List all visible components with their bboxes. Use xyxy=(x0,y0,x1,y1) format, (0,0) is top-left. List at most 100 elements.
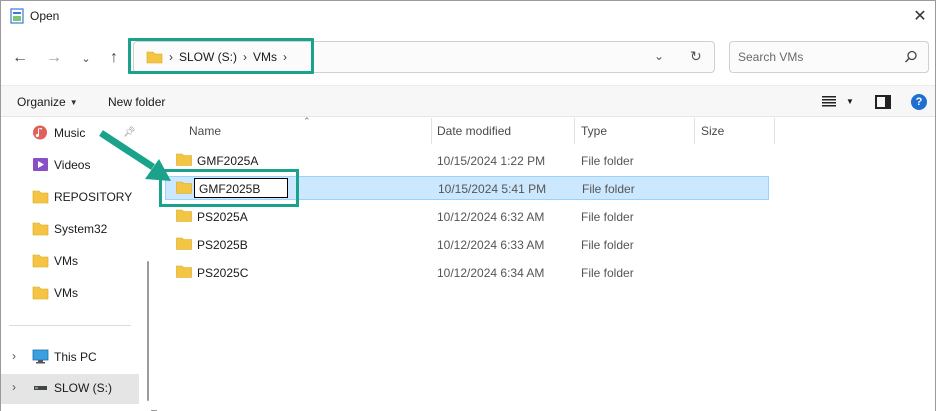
sidebar-item-vms[interactable]: VMs xyxy=(1,279,139,307)
folder-icon xyxy=(176,181,192,194)
sidebar-item-label: This PC xyxy=(54,350,97,364)
file-date: 10/15/2024 1:22 PM xyxy=(437,154,546,168)
organize-label: Organize xyxy=(17,95,66,109)
address-bar[interactable]: › SLOW (S:) › VMs › ⌄ ↻ xyxy=(133,41,715,73)
sidebar-item-label: VMs xyxy=(54,286,78,300)
file-type: File folder xyxy=(581,266,634,280)
folder-icon xyxy=(32,190,49,204)
folder-icon xyxy=(146,51,163,64)
file-name: GMF2025A xyxy=(197,154,259,168)
column-divider[interactable] xyxy=(574,118,575,144)
column-header-name[interactable]: Name xyxy=(189,118,221,144)
computer-icon xyxy=(32,349,49,364)
help-icon[interactable]: ? xyxy=(911,94,927,110)
column-header-label: Name xyxy=(189,124,222,138)
column-header-date[interactable]: Date modified xyxy=(437,118,511,144)
close-icon[interactable]: ✕ xyxy=(905,1,935,31)
chevron-down-icon[interactable]: ⌄ xyxy=(75,47,97,69)
window-title: Open xyxy=(30,9,60,23)
sidebar-item-label: Videos xyxy=(54,158,91,172)
file-name: PS2025C xyxy=(197,266,249,280)
file-name: PS2025B xyxy=(197,238,248,252)
sidebar-item-slow-drive[interactable]: › SLOW (S:) xyxy=(1,374,139,404)
sidebar-item-system32[interactable]: System32 xyxy=(1,215,139,243)
breadcrumb-item-vms[interactable]: VMs xyxy=(253,50,277,64)
music-icon xyxy=(33,125,47,140)
pin-icon[interactable]: 📌︎ xyxy=(123,127,136,138)
file-type: File folder xyxy=(581,238,634,252)
sort-ascending-icon: ⌃ xyxy=(303,116,311,126)
arrow-left-icon[interactable]: ← xyxy=(9,47,31,69)
folder-icon xyxy=(176,153,192,166)
folder-icon xyxy=(176,237,192,250)
table-row[interactable]: PS2025C 10/12/2024 6:34 AM File folder xyxy=(165,260,769,284)
open-dialog: Open ✕ ← → ⌄ ↑ › SLOW (S:) › VMs › ⌄ ↻ S… xyxy=(0,0,936,411)
folder-icon xyxy=(32,286,49,300)
file-type: File folder xyxy=(582,182,635,196)
sidebar-item-label: System32 xyxy=(54,222,108,236)
caret-down-icon[interactable]: ▼ xyxy=(846,97,854,106)
navigation-pane: Music 📌︎ Videos REPOSITORY System32 VMs … xyxy=(1,118,151,411)
sidebar-scrollbar[interactable] xyxy=(147,261,149,401)
address-history-dropdown-icon[interactable]: ⌄ xyxy=(654,49,664,63)
file-type: File folder xyxy=(581,210,634,224)
search-input[interactable] xyxy=(738,50,898,64)
column-header-label: Date modified xyxy=(437,124,512,138)
sidebar-item-videos[interactable]: Videos xyxy=(1,151,139,179)
app-icon xyxy=(10,8,24,24)
column-divider[interactable] xyxy=(431,118,432,144)
sidebar-item-label: SLOW (S:) xyxy=(54,381,113,395)
search-box[interactable] xyxy=(729,41,929,73)
command-bar: Organize ▼ New folder ▼ ? xyxy=(1,85,935,117)
view-options-icon[interactable] xyxy=(821,94,837,108)
rename-input[interactable]: GMF2025B xyxy=(194,178,288,198)
arrow-right-icon[interactable]: → xyxy=(43,47,65,69)
breadcrumb-item-slow[interactable]: SLOW (S:) xyxy=(179,50,237,64)
folder-icon xyxy=(32,254,49,268)
sidebar-item-label: VMs xyxy=(54,254,78,268)
chevron-right-icon[interactable]: › xyxy=(283,50,287,64)
column-header-label: Type xyxy=(581,124,608,138)
drive-icon xyxy=(34,386,47,390)
folder-icon xyxy=(176,209,192,222)
file-date: 10/12/2024 6:34 AM xyxy=(437,266,545,280)
chevron-right-icon[interactable]: › xyxy=(12,349,16,363)
breadcrumb: › SLOW (S:) › VMs › xyxy=(146,50,287,64)
navigation-bar: ← → ⌄ ↑ › SLOW (S:) › VMs › ⌄ ↻ xyxy=(1,31,935,85)
file-date: 10/12/2024 6:32 AM xyxy=(437,210,545,224)
sidebar-item-this-pc[interactable]: › This PC xyxy=(1,343,139,371)
file-name: PS2025A xyxy=(197,210,248,224)
column-header-size[interactable]: Size xyxy=(701,118,724,144)
new-folder-button[interactable]: New folder xyxy=(108,95,165,109)
file-date: 10/12/2024 6:33 AM xyxy=(437,238,545,252)
chevron-right-icon[interactable]: › xyxy=(12,380,16,394)
table-row[interactable]: GMF2025A 10/15/2024 1:22 PM File folder xyxy=(165,148,769,172)
folder-icon xyxy=(32,222,49,236)
preview-pane-icon[interactable] xyxy=(875,95,891,109)
sidebar-item-label: Music xyxy=(54,126,86,140)
sidebar-divider xyxy=(9,325,131,326)
refresh-icon[interactable]: ↻ xyxy=(690,48,702,65)
chevron-right-icon: › xyxy=(169,50,173,64)
search-icon[interactable] xyxy=(904,50,918,64)
column-header-label: Size xyxy=(701,124,725,138)
organize-button[interactable]: Organize ▼ xyxy=(17,95,78,109)
chevron-right-icon: › xyxy=(243,50,248,64)
title-bar: Open ✕ xyxy=(1,1,935,31)
sidebar-item-vms[interactable]: VMs xyxy=(1,247,139,275)
folder-icon xyxy=(176,265,192,278)
column-header-type[interactable]: Type xyxy=(581,118,607,144)
new-folder-label: New folder xyxy=(108,95,166,109)
column-divider[interactable] xyxy=(774,118,775,144)
sidebar-item-music[interactable]: Music 📌︎ xyxy=(1,119,139,147)
file-type: File folder xyxy=(581,154,634,168)
caret-down-icon: ▼ xyxy=(69,97,78,107)
sidebar-item-repository[interactable]: REPOSITORY xyxy=(1,183,139,211)
videos-icon xyxy=(33,158,48,171)
arrow-up-icon[interactable]: ↑ xyxy=(103,47,125,69)
file-list: ⌃ Name Date modified Type Size GMF2025A … xyxy=(157,116,935,411)
column-divider[interactable] xyxy=(694,118,695,144)
table-row[interactable]: PS2025B 10/12/2024 6:33 AM File folder xyxy=(165,232,769,256)
table-row-selected[interactable]: GMF2025B 10/15/2024 5:41 PM File folder xyxy=(165,176,769,200)
table-row[interactable]: PS2025A 10/12/2024 6:32 AM File folder xyxy=(165,204,769,228)
